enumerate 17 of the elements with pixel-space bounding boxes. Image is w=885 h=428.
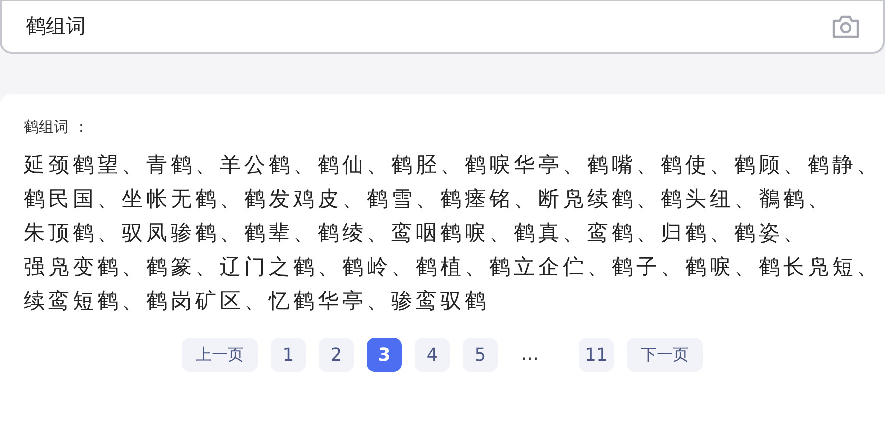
word-list-line: 强凫变鹤、鹤篆、辽门之鹤、鹤岭、鹤植、鹤立企伫、鹤子、鹤唳、鹤长凫短、 (24, 254, 882, 281)
result-heading: 鹤组词 ： (24, 118, 90, 138)
pagination-ellipsis: … (520, 343, 540, 367)
word-list-line: 朱顶鹤、驭凤骖鹤、鹤辈、鹤绫、鸾咽鹤唳、鹤真、鸾鹤、归鹤、鹤姿、 (24, 220, 809, 247)
page-button[interactable]: 5 (463, 338, 498, 372)
page-button[interactable]: 3 (367, 338, 402, 372)
word-list-line: 鹤民国、坐帐无鹤、鹤发鸡皮、鹤雪、鹤瘗铭、断凫续鹤、鹤头纽、鶺鹤、 (24, 186, 834, 213)
page-button[interactable]: 4 (415, 338, 450, 372)
page-button[interactable]: 2 (319, 338, 354, 372)
camera-icon[interactable] (831, 14, 861, 40)
word-list-line: 续鸾短鹤、鹤岗矿区、忆鹤华亭、骖鸾驭鹤 (24, 288, 490, 315)
page-button[interactable]: 11 (579, 338, 614, 372)
search-field[interactable]: 鹤组词 (0, 0, 885, 54)
next-page-button[interactable]: 下一页 (627, 338, 703, 372)
word-list-line: 延颈鹤望、青鹤、羊公鹤、鹤仙、鹤胫、鹤唳华亭、鹤嘴、鹤使、鹤顾、鹤静、 (24, 152, 882, 179)
page-button[interactable]: 1 (271, 338, 306, 372)
previous-page-button[interactable]: 上一页 (182, 338, 258, 372)
